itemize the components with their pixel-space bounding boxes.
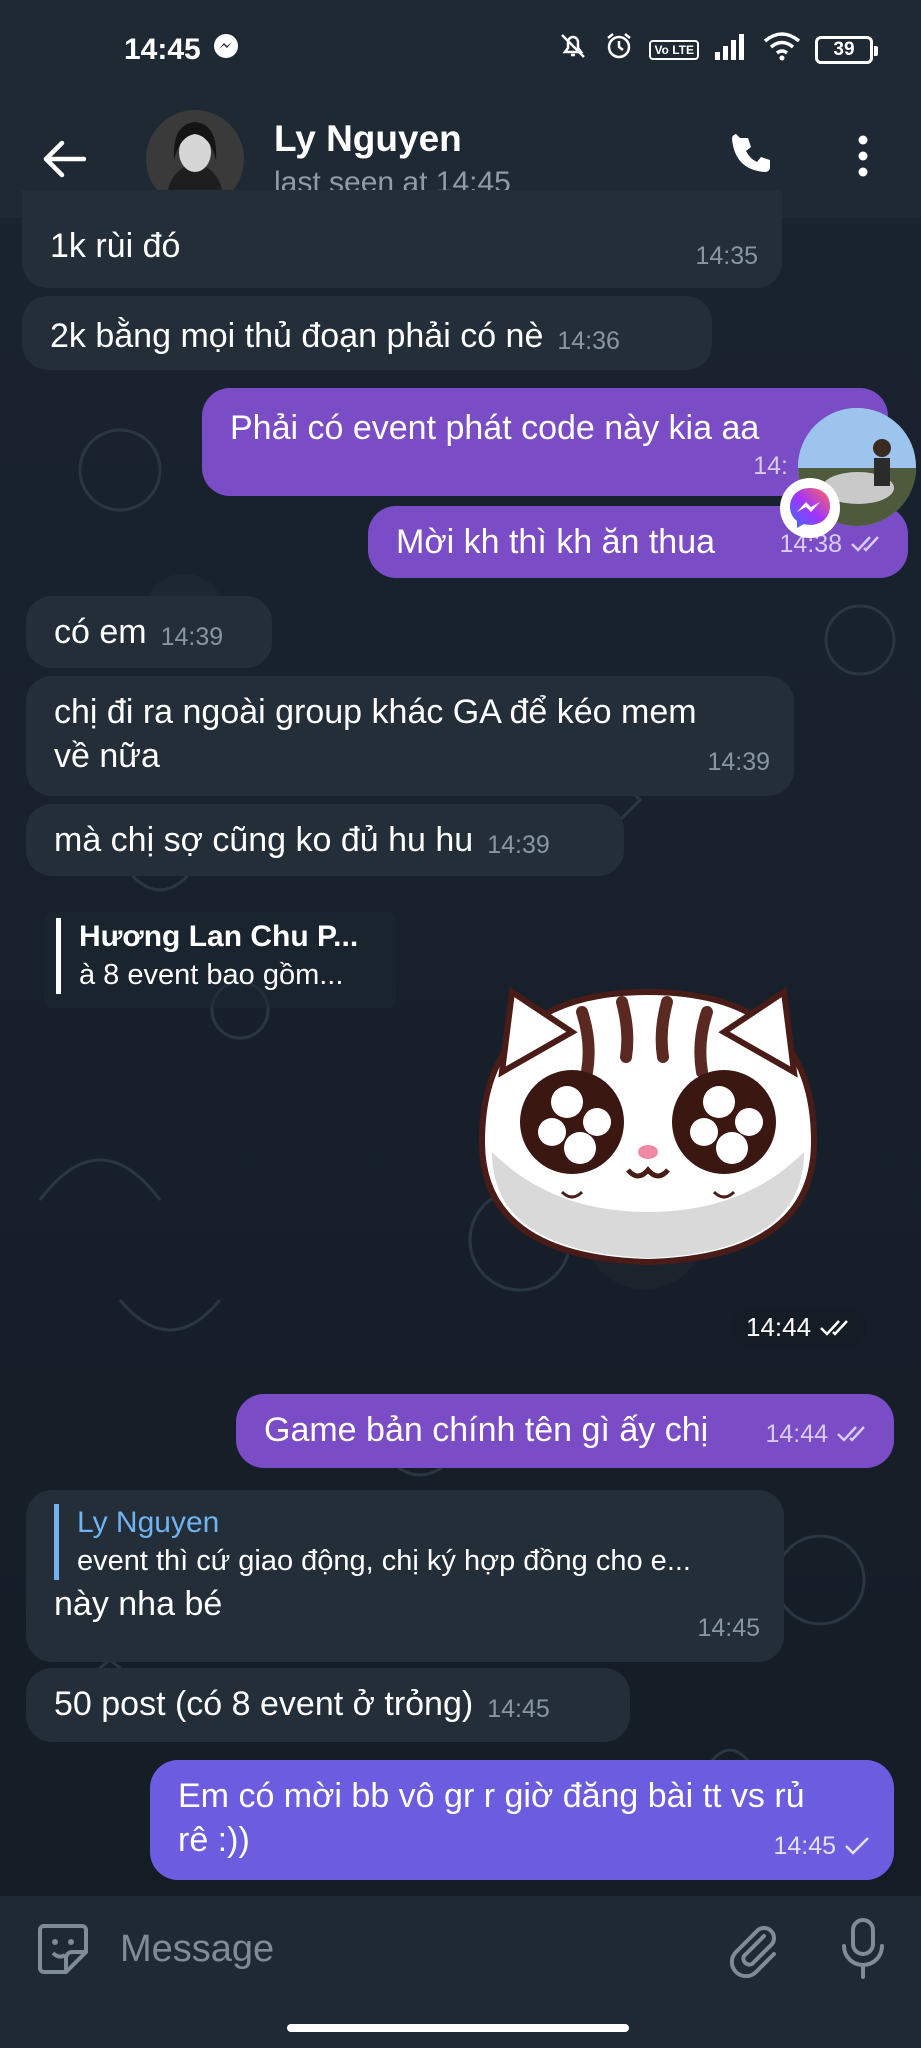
double-check-icon xyxy=(820,1320,848,1336)
message-time: 14:45 xyxy=(487,1695,550,1723)
sticker-reply-preview[interactable]: Hương Lan Chu P... à 8 event bao gồm... xyxy=(44,912,396,1008)
sticker-time: 14:44 xyxy=(732,1308,868,1347)
message-text: Game bản chính tên gì ấy chị xyxy=(264,1411,709,1449)
reply-author: Ly Nguyen xyxy=(77,1506,220,1539)
mute-bell-icon xyxy=(557,30,589,70)
message-incoming[interactable]: mà chị sợ cũng ko đủ hu hu 14:39 xyxy=(26,804,624,876)
message-time: 14:39 xyxy=(160,623,224,651)
home-indicator[interactable] xyxy=(287,2024,629,2032)
message-text: 50 post (có 8 event ở trỏng) xyxy=(54,1685,474,1723)
message-text: có em xyxy=(54,613,147,651)
attach-button[interactable] xyxy=(724,1918,784,1979)
message-incoming[interactable]: Ly Nguyen event thì cứ giao động, chị ký… xyxy=(26,1490,784,1662)
cat-sticker[interactable] xyxy=(462,952,834,1270)
message-incoming[interactable]: có em 14:39 xyxy=(26,596,272,668)
contact-name: Ly Nguyen xyxy=(274,118,462,159)
status-icons: Vo LTE 39 xyxy=(557,30,878,70)
messenger-notification-icon xyxy=(213,33,239,67)
volte-icon: Vo LTE xyxy=(649,40,699,60)
message-time: 14:45 xyxy=(697,1614,760,1642)
message-text: này nha bé xyxy=(54,1585,223,1623)
message-outgoing[interactable]: Game bản chính tên gì ấy chị 14:44 xyxy=(236,1394,894,1468)
message-time: 14:39 xyxy=(707,748,770,776)
reply-quote[interactable]: Ly Nguyen event thì cứ giao động, chị ký… xyxy=(54,1504,758,1580)
check-icon xyxy=(845,1837,869,1855)
message-text: mà chị sợ cũng ko đủ hu hu xyxy=(54,821,474,859)
message-outgoing[interactable]: Phải có event phát code này kia aa 14: xyxy=(202,388,888,496)
message-time: 14:35 xyxy=(695,242,758,270)
message-incoming[interactable]: 1k rùi đó 14:35 xyxy=(22,190,782,288)
reply-text: event thì cứ giao động, chị ký hợp đồng … xyxy=(77,1545,691,1577)
call-button[interactable] xyxy=(722,126,782,186)
message-text-line: Em có mời bb vô gr r giờ đăng bài tt vs … xyxy=(178,1777,805,1815)
paperclip-icon xyxy=(729,1926,776,1979)
message-text: 1k rùi đó xyxy=(50,227,181,265)
messenger-badge[interactable] xyxy=(780,478,840,538)
reply-text: à 8 event bao gồm... xyxy=(79,959,344,991)
message-time: 14:44 xyxy=(765,1412,870,1456)
message-time: 14:39 xyxy=(487,831,550,859)
messenger-icon xyxy=(790,488,830,528)
message-input-bar xyxy=(0,1896,921,2002)
signal-icon xyxy=(713,32,749,68)
message-outgoing[interactable]: Em có mời bb vô gr r giờ đăng bài tt vs … xyxy=(150,1760,894,1880)
message-incoming[interactable]: 2k bằng mọi thủ đoạn phải có nè 14:36 xyxy=(22,296,712,370)
contact-info[interactable]: Ly Nguyen last seen at 14:45 xyxy=(274,118,511,200)
message-text-line: về nữa xyxy=(54,737,160,775)
microphone-icon xyxy=(842,1918,884,1979)
message-incoming[interactable]: 50 post (có 8 event ở trỏng) 14:45 xyxy=(26,1668,630,1742)
message-time: 14: xyxy=(753,452,788,480)
double-check-icon xyxy=(837,1426,865,1442)
back-button[interactable] xyxy=(32,127,96,191)
message-input[interactable] xyxy=(120,1927,680,1971)
message-text: Phải có event phát code này kia aa xyxy=(230,409,760,447)
status-bar: 14:45 Vo LTE 39 xyxy=(0,0,921,100)
message-time: 14:45 xyxy=(773,1824,870,1868)
message-incoming[interactable]: chị đi ra ngoài group khác GA để kéo mem… xyxy=(26,676,794,796)
message-time: 14:36 xyxy=(557,327,620,355)
phone-icon xyxy=(732,134,770,172)
voice-record-button[interactable] xyxy=(838,1916,888,1980)
message-text-line: chị đi ra ngoài group khác GA để kéo mem xyxy=(54,693,697,731)
alarm-icon xyxy=(603,30,635,70)
message-text: 2k bằng mọi thủ đoạn phải có nè xyxy=(50,317,544,355)
more-options-button[interactable] xyxy=(838,126,888,186)
wifi-icon xyxy=(763,31,801,69)
message-text-line: rê :)) xyxy=(178,1821,250,1859)
message-text: Mời kh thì kh ăn thua xyxy=(396,523,716,561)
reply-quote: Hương Lan Chu P... à 8 event bao gồm... xyxy=(56,918,384,994)
double-check-icon xyxy=(851,536,879,552)
sticker-icon xyxy=(38,1924,88,1974)
battery-icon: 39 xyxy=(815,36,878,64)
emoji-button[interactable] xyxy=(36,1922,90,1976)
reply-author: Hương Lan Chu P... xyxy=(79,920,359,953)
arrow-left-icon xyxy=(43,140,86,178)
status-time: 14:45 xyxy=(124,33,201,66)
more-vertical-icon xyxy=(858,135,868,177)
